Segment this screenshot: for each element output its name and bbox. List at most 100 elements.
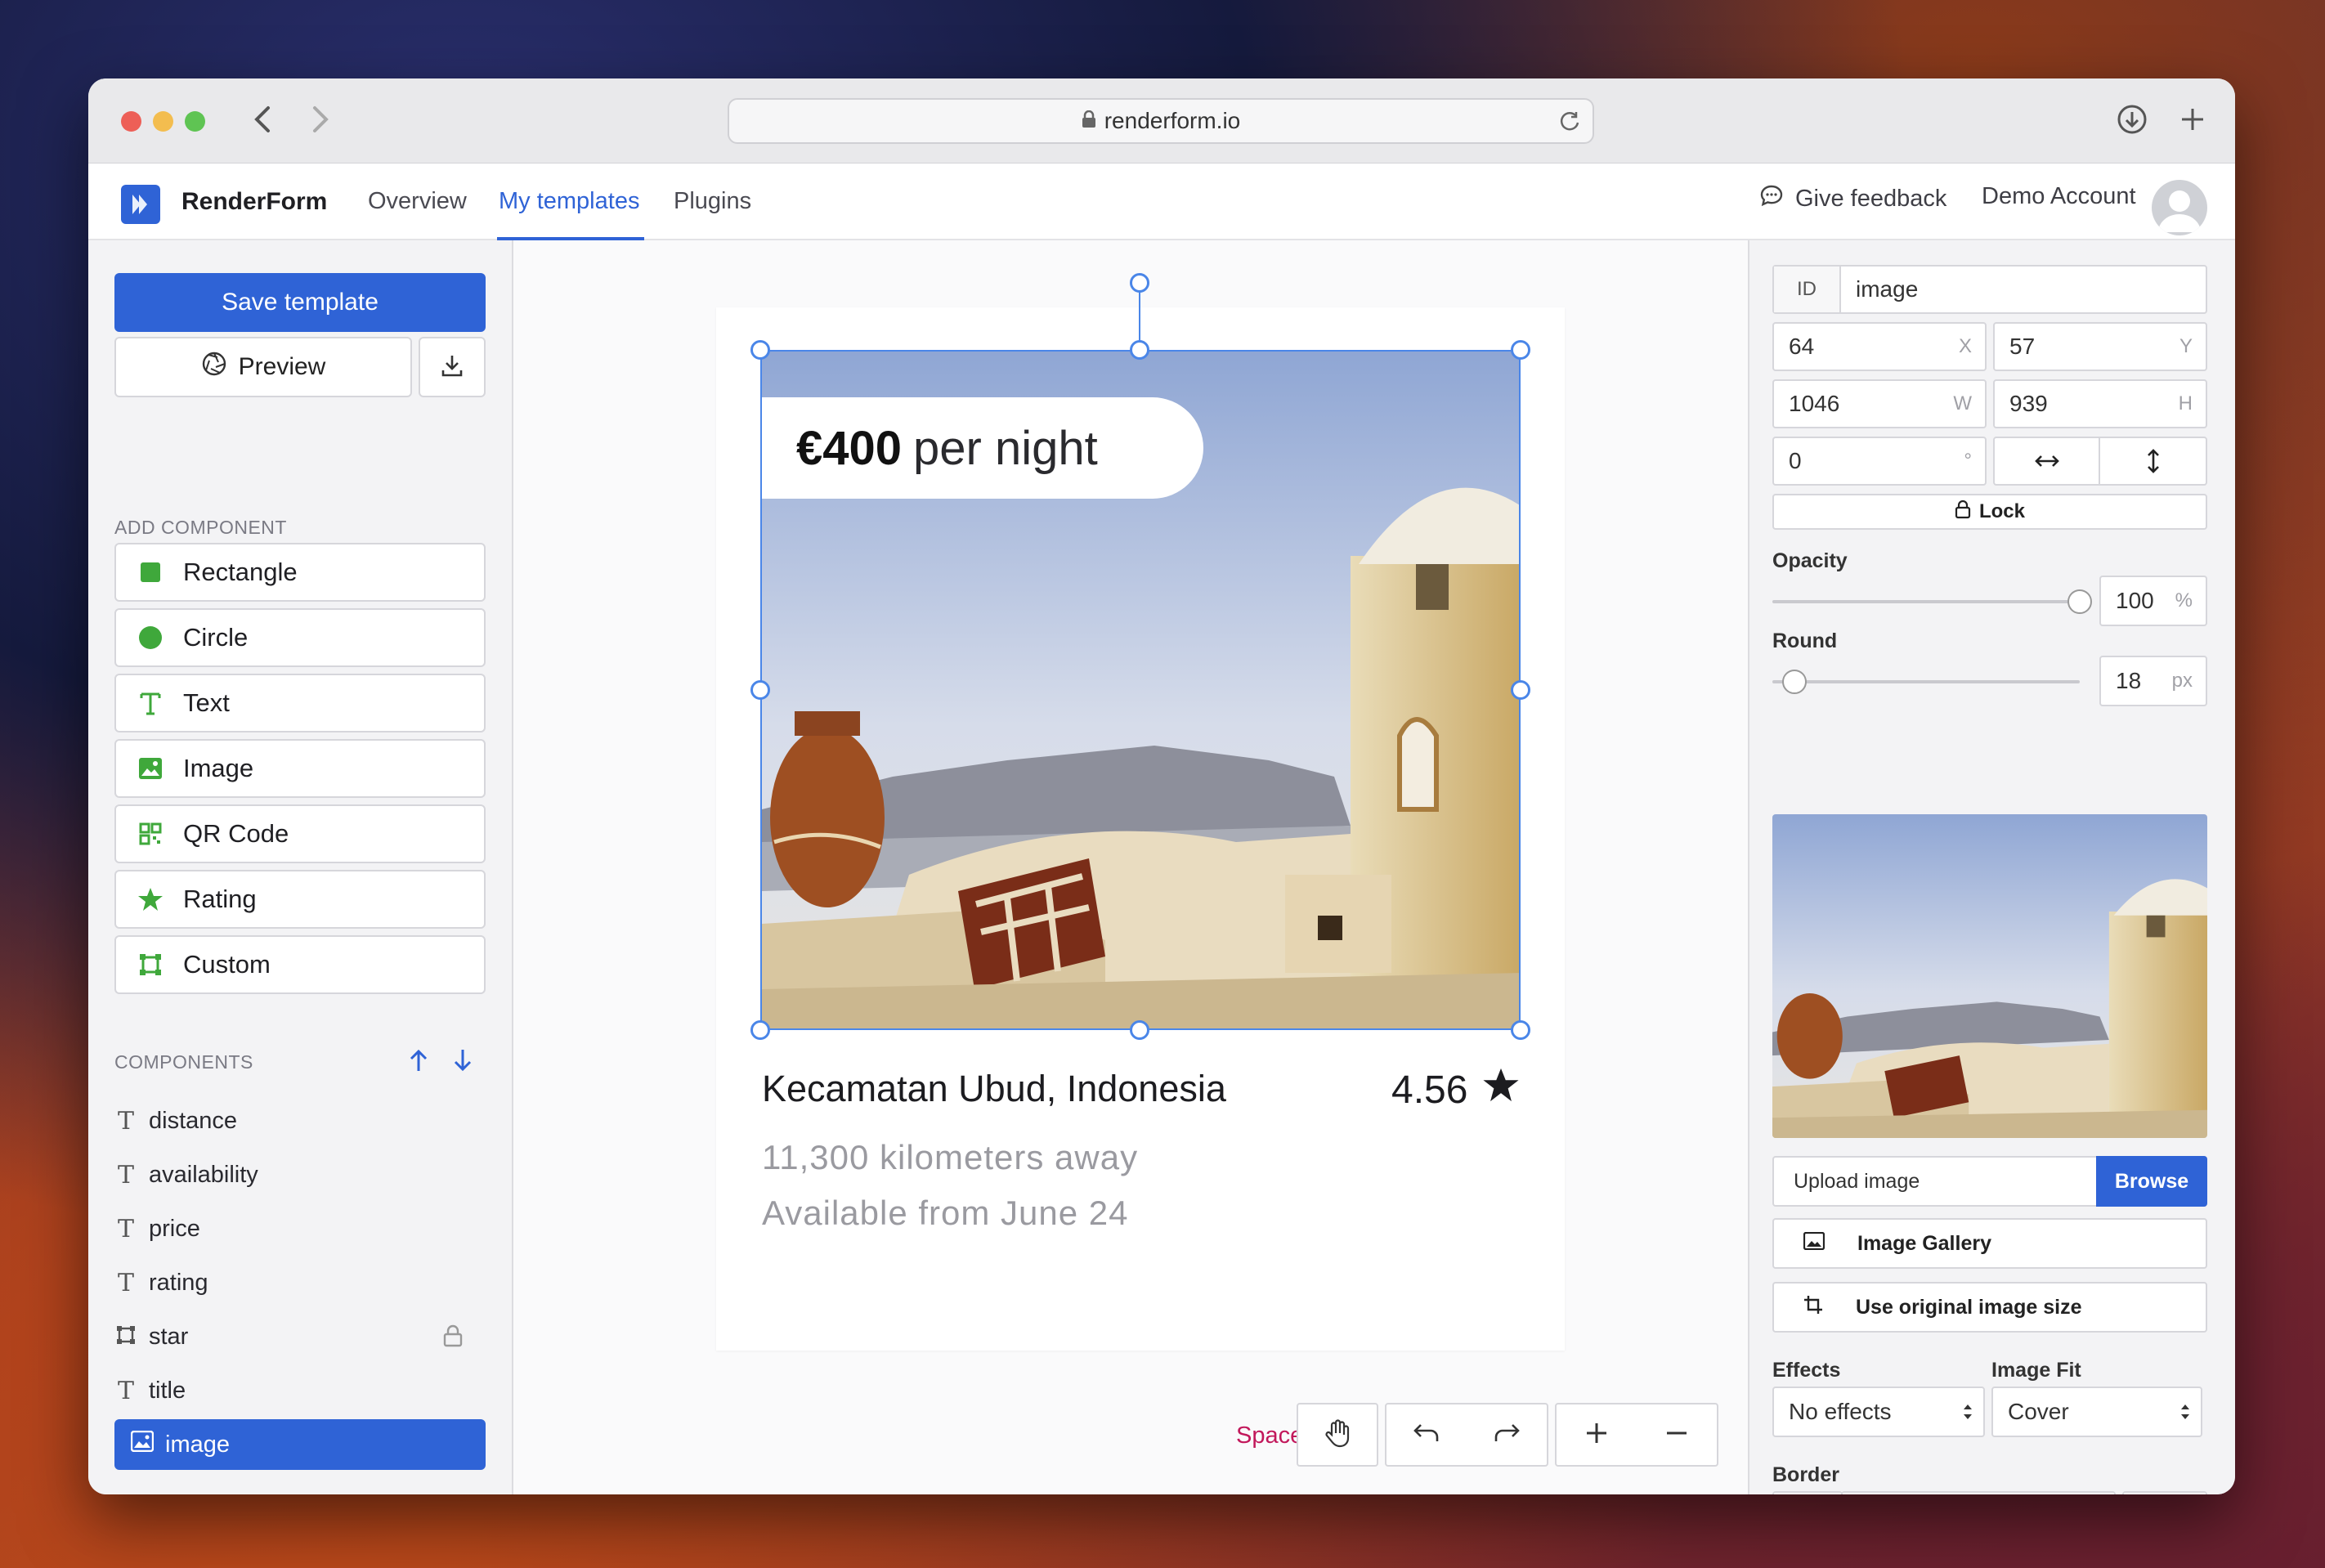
add-text-button[interactable]: Text bbox=[114, 674, 486, 732]
lock-icon[interactable] bbox=[443, 1324, 463, 1354]
editor-canvas[interactable]: €400 per night Kecamatan Ubud, Indonesia… bbox=[513, 240, 1748, 1494]
rotation-field[interactable]: 0 ° bbox=[1772, 437, 1987, 486]
border-width-field[interactable]: 0px bbox=[2122, 1491, 2207, 1494]
move-layer-down-icon[interactable] bbox=[451, 1048, 474, 1077]
y-field[interactable]: 57 Y bbox=[1993, 322, 2207, 371]
layer-item-rating[interactable]: T rating bbox=[114, 1257, 486, 1308]
card-distance[interactable]: 11,300 kilometers away bbox=[762, 1138, 1138, 1177]
nav-plugins[interactable]: Plugins bbox=[674, 188, 751, 215]
add-circle-button[interactable]: Circle bbox=[114, 608, 486, 667]
layer-item-price[interactable]: T price bbox=[114, 1203, 486, 1254]
round-field[interactable]: 18 px bbox=[2099, 656, 2207, 706]
close-window-button[interactable] bbox=[121, 111, 141, 132]
upload-image-field[interactable]: Upload image Browse bbox=[1772, 1156, 2207, 1207]
text-icon bbox=[137, 690, 164, 716]
zoom-in-icon[interactable] bbox=[1585, 1422, 1608, 1449]
x-field[interactable]: 64 X bbox=[1772, 322, 1987, 371]
flip-horizontal-icon[interactable] bbox=[1995, 438, 2100, 484]
renderform-logo[interactable] bbox=[121, 185, 160, 224]
card-image[interactable]: €400 per night bbox=[760, 350, 1521, 1030]
height-unit: H bbox=[2178, 392, 2193, 414]
layer-item-star[interactable]: star bbox=[114, 1311, 486, 1362]
layer-label: availability bbox=[149, 1161, 258, 1188]
layer-item-image[interactable]: image bbox=[114, 1419, 486, 1470]
id-value: image bbox=[1856, 276, 1919, 302]
add-rating-button[interactable]: Rating bbox=[114, 870, 486, 929]
resize-handle-w[interactable] bbox=[750, 680, 770, 700]
address-bar[interactable]: renderform.io bbox=[728, 98, 1594, 144]
card-availability[interactable]: Available from June 24 bbox=[762, 1194, 1128, 1233]
image-gallery-button[interactable]: Image Gallery bbox=[1772, 1218, 2207, 1269]
undo-icon[interactable] bbox=[1413, 1422, 1440, 1449]
layer-item-title[interactable]: T title bbox=[114, 1365, 486, 1416]
original-size-button[interactable]: Use original image size bbox=[1772, 1282, 2207, 1333]
add-rectangle-button[interactable]: Rectangle bbox=[114, 543, 486, 602]
card-title[interactable]: Kecamatan Ubud, Indonesia bbox=[762, 1068, 1226, 1110]
image-fit-select[interactable]: Cover bbox=[1991, 1387, 2202, 1437]
flip-vertical-icon[interactable] bbox=[2100, 438, 2206, 484]
resize-handle-nw[interactable] bbox=[750, 340, 770, 360]
avatar[interactable] bbox=[2152, 180, 2207, 235]
forward-icon[interactable] bbox=[302, 101, 338, 137]
reload-icon[interactable] bbox=[1558, 110, 1581, 138]
browse-button[interactable]: Browse bbox=[2096, 1156, 2207, 1207]
zoom-out-icon[interactable] bbox=[1665, 1422, 1688, 1449]
components-heading: COMPONENTS bbox=[114, 1051, 253, 1073]
add-custom-button[interactable]: Custom bbox=[114, 935, 486, 994]
nav-my-templates[interactable]: My templates bbox=[499, 188, 639, 215]
resize-handle-sw[interactable] bbox=[750, 1020, 770, 1040]
minimize-window-button[interactable] bbox=[153, 111, 173, 132]
opacity-slider[interactable] bbox=[1772, 600, 2080, 603]
opacity-field[interactable]: 100% bbox=[2099, 576, 2207, 626]
browser-titlebar: renderform.io bbox=[88, 78, 2235, 164]
component-label: Custom bbox=[183, 950, 271, 979]
text-icon: T bbox=[117, 1160, 134, 1189]
resize-handle-s[interactable] bbox=[1130, 1020, 1149, 1040]
layer-label: title bbox=[149, 1377, 186, 1404]
preview-button[interactable]: Preview bbox=[114, 337, 412, 397]
lock-label: Lock bbox=[1978, 500, 2025, 522]
lock-button[interactable]: Lock bbox=[1772, 494, 2207, 530]
resize-handle-ne[interactable] bbox=[1511, 340, 1530, 360]
santorini-thumbnail bbox=[1772, 814, 2207, 1138]
download-template-button[interactable] bbox=[419, 337, 486, 397]
browser-window: renderform.io RenderForm Overview My tem… bbox=[88, 78, 2235, 1494]
image-fit-value: Cover bbox=[2008, 1399, 2069, 1424]
effects-select[interactable]: No effects bbox=[1772, 1387, 1985, 1437]
history-controls bbox=[1385, 1403, 1548, 1467]
add-image-button[interactable]: Image bbox=[114, 739, 486, 798]
zoom-window-button[interactable] bbox=[185, 111, 205, 132]
border-color-field[interactable] bbox=[1841, 1491, 2116, 1494]
id-field[interactable]: ID image bbox=[1772, 265, 2207, 314]
resize-handle-e[interactable] bbox=[1511, 680, 1530, 700]
round-slider-thumb[interactable] bbox=[1782, 670, 1807, 694]
redo-icon[interactable] bbox=[1493, 1422, 1521, 1449]
border-label: Border bbox=[1772, 1463, 1839, 1486]
download-icon[interactable] bbox=[2114, 101, 2150, 137]
star-icon bbox=[137, 886, 164, 912]
new-tab-icon[interactable] bbox=[2175, 101, 2211, 137]
rotate-handle[interactable] bbox=[1130, 273, 1149, 293]
save-template-button[interactable]: Save template bbox=[114, 273, 486, 332]
round-slider[interactable] bbox=[1772, 680, 2080, 683]
component-label: Image bbox=[183, 754, 254, 782]
resize-handle-se[interactable] bbox=[1511, 1020, 1530, 1040]
feedback-button[interactable]: Give feedback bbox=[1759, 183, 1946, 214]
component-label: Rating bbox=[183, 885, 257, 913]
nav-overview[interactable]: Overview bbox=[368, 188, 467, 215]
back-icon[interactable] bbox=[244, 101, 280, 137]
border-color-swatch[interactable] bbox=[1772, 1491, 1843, 1494]
card-rating[interactable]: 4.56 bbox=[1391, 1066, 1520, 1113]
hand-tool-button[interactable] bbox=[1297, 1403, 1378, 1467]
layer-item-availability[interactable]: T availability bbox=[114, 1149, 486, 1200]
width-field[interactable]: 1046 W bbox=[1772, 379, 1987, 428]
add-qr-code-button[interactable]: QR Code bbox=[114, 804, 486, 863]
layer-item-distance[interactable]: T distance bbox=[114, 1095, 486, 1146]
chat-icon bbox=[1759, 183, 1784, 214]
account-name[interactable]: Demo Account bbox=[1982, 183, 2136, 210]
opacity-slider-thumb[interactable] bbox=[2067, 589, 2092, 614]
move-layer-up-icon[interactable] bbox=[407, 1048, 430, 1077]
resize-handle-n[interactable] bbox=[1130, 340, 1149, 360]
height-field[interactable]: 939 H bbox=[1993, 379, 2207, 428]
qr-code-icon bbox=[137, 821, 164, 847]
